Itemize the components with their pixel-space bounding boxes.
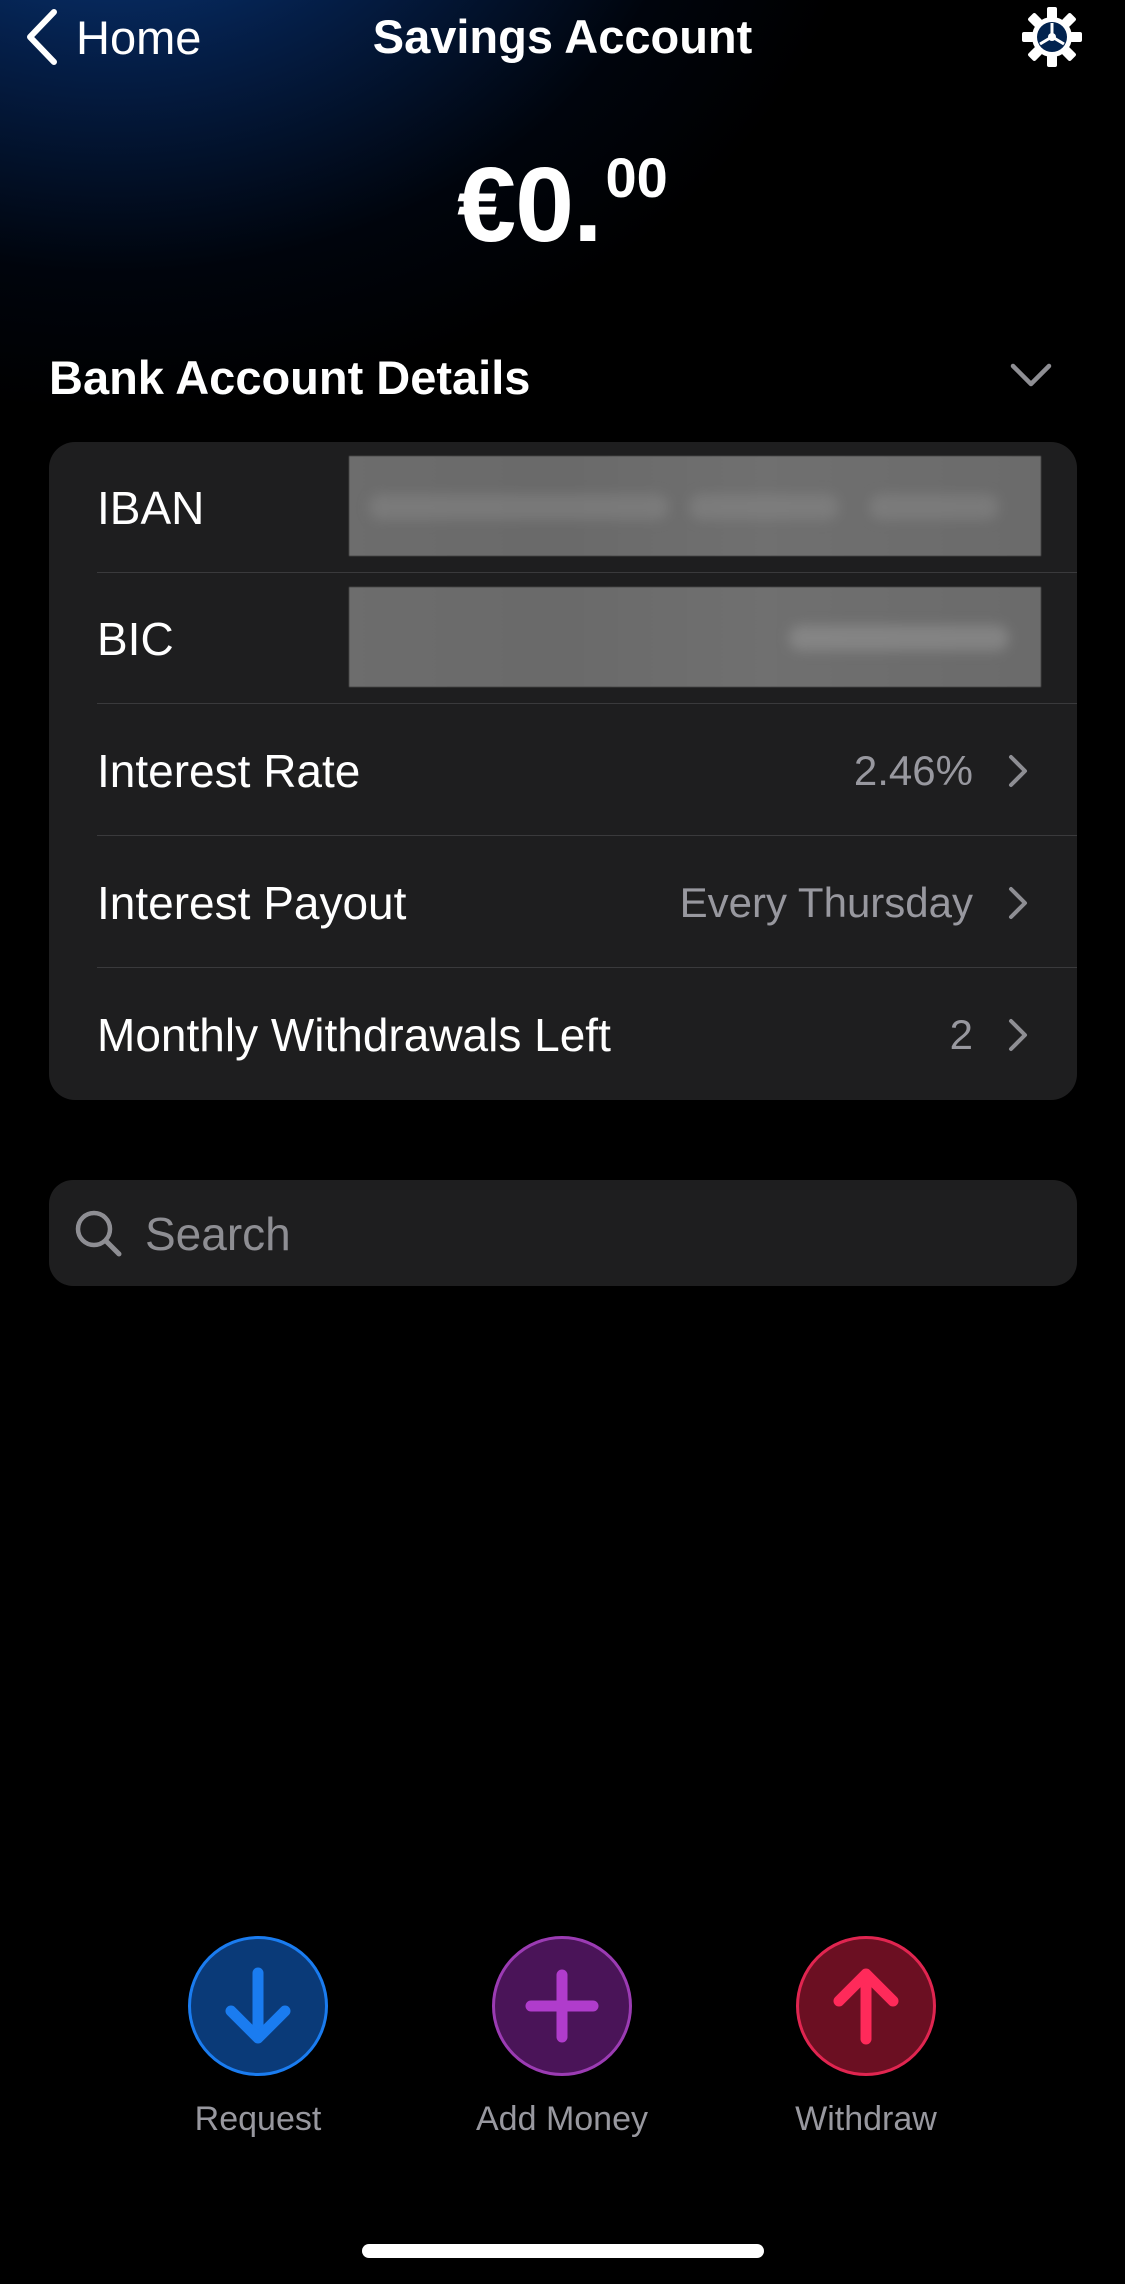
interest-payout-row[interactable]: Interest Payout Every Thursday xyxy=(49,837,1077,968)
search-input[interactable] xyxy=(143,1180,1047,1288)
chevron-right-icon xyxy=(1009,886,1027,919)
withdraw-label: Withdraw xyxy=(795,2100,937,2138)
bic-value-redacted xyxy=(349,587,1041,687)
home-indicator[interactable] xyxy=(362,2244,764,2258)
iban-value-redacted xyxy=(349,456,1041,556)
request-label: Request xyxy=(194,2100,322,2138)
search-icon xyxy=(75,1210,122,1257)
withdrawals-left-row[interactable]: Monthly Withdrawals Left 2 xyxy=(49,969,1077,1100)
add-money-label: Add Money xyxy=(476,2100,648,2138)
interest-rate-value: 2.46% xyxy=(853,746,973,794)
balance-main: €0. xyxy=(457,146,602,264)
plus-icon xyxy=(525,1969,599,2043)
arrow-up-icon xyxy=(833,1968,899,2045)
section-title: Bank Account Details xyxy=(49,351,531,404)
interest-rate-label: Interest Rate xyxy=(97,744,361,797)
settings-button[interactable] xyxy=(1021,6,1083,68)
withdrawals-left-value: 2 xyxy=(949,1010,973,1058)
chevron-right-icon xyxy=(1009,754,1027,787)
balance-cents: 00 xyxy=(605,146,668,209)
bank-details-card: IBAN BIC Interest Rate 2.46% Interest Pa… xyxy=(49,442,1077,1100)
collapse-toggle[interactable] xyxy=(1009,360,1053,390)
iban-label: IBAN xyxy=(97,481,205,534)
arrow-down-icon xyxy=(225,1967,291,2044)
withdrawals-left-label: Monthly Withdrawals Left xyxy=(97,1008,611,1061)
interest-rate-row[interactable]: Interest Rate 2.46% xyxy=(49,705,1077,836)
add-money-circle[interactable] xyxy=(492,1936,632,2076)
bic-label: BIC xyxy=(97,612,174,665)
interest-payout-value: Every Thursday xyxy=(679,878,973,926)
withdraw-button[interactable]: Withdraw xyxy=(756,1936,976,2139)
chevron-down-icon xyxy=(1010,363,1052,387)
bic-row[interactable]: BIC xyxy=(49,573,1077,704)
withdraw-circle[interactable] xyxy=(796,1936,936,2076)
request-circle[interactable] xyxy=(188,1936,328,2076)
request-button[interactable]: Request xyxy=(148,1936,368,2139)
chevron-right-icon xyxy=(1009,1018,1027,1051)
interest-payout-label: Interest Payout xyxy=(97,876,407,929)
add-money-button[interactable]: Add Money xyxy=(452,1936,672,2139)
balance-amount: €0.00 xyxy=(0,150,1125,259)
search-bar[interactable] xyxy=(49,1180,1077,1288)
iban-row[interactable]: IBAN xyxy=(49,442,1077,573)
gear-icon xyxy=(1022,7,1082,67)
page-title: Savings Account xyxy=(372,10,753,63)
